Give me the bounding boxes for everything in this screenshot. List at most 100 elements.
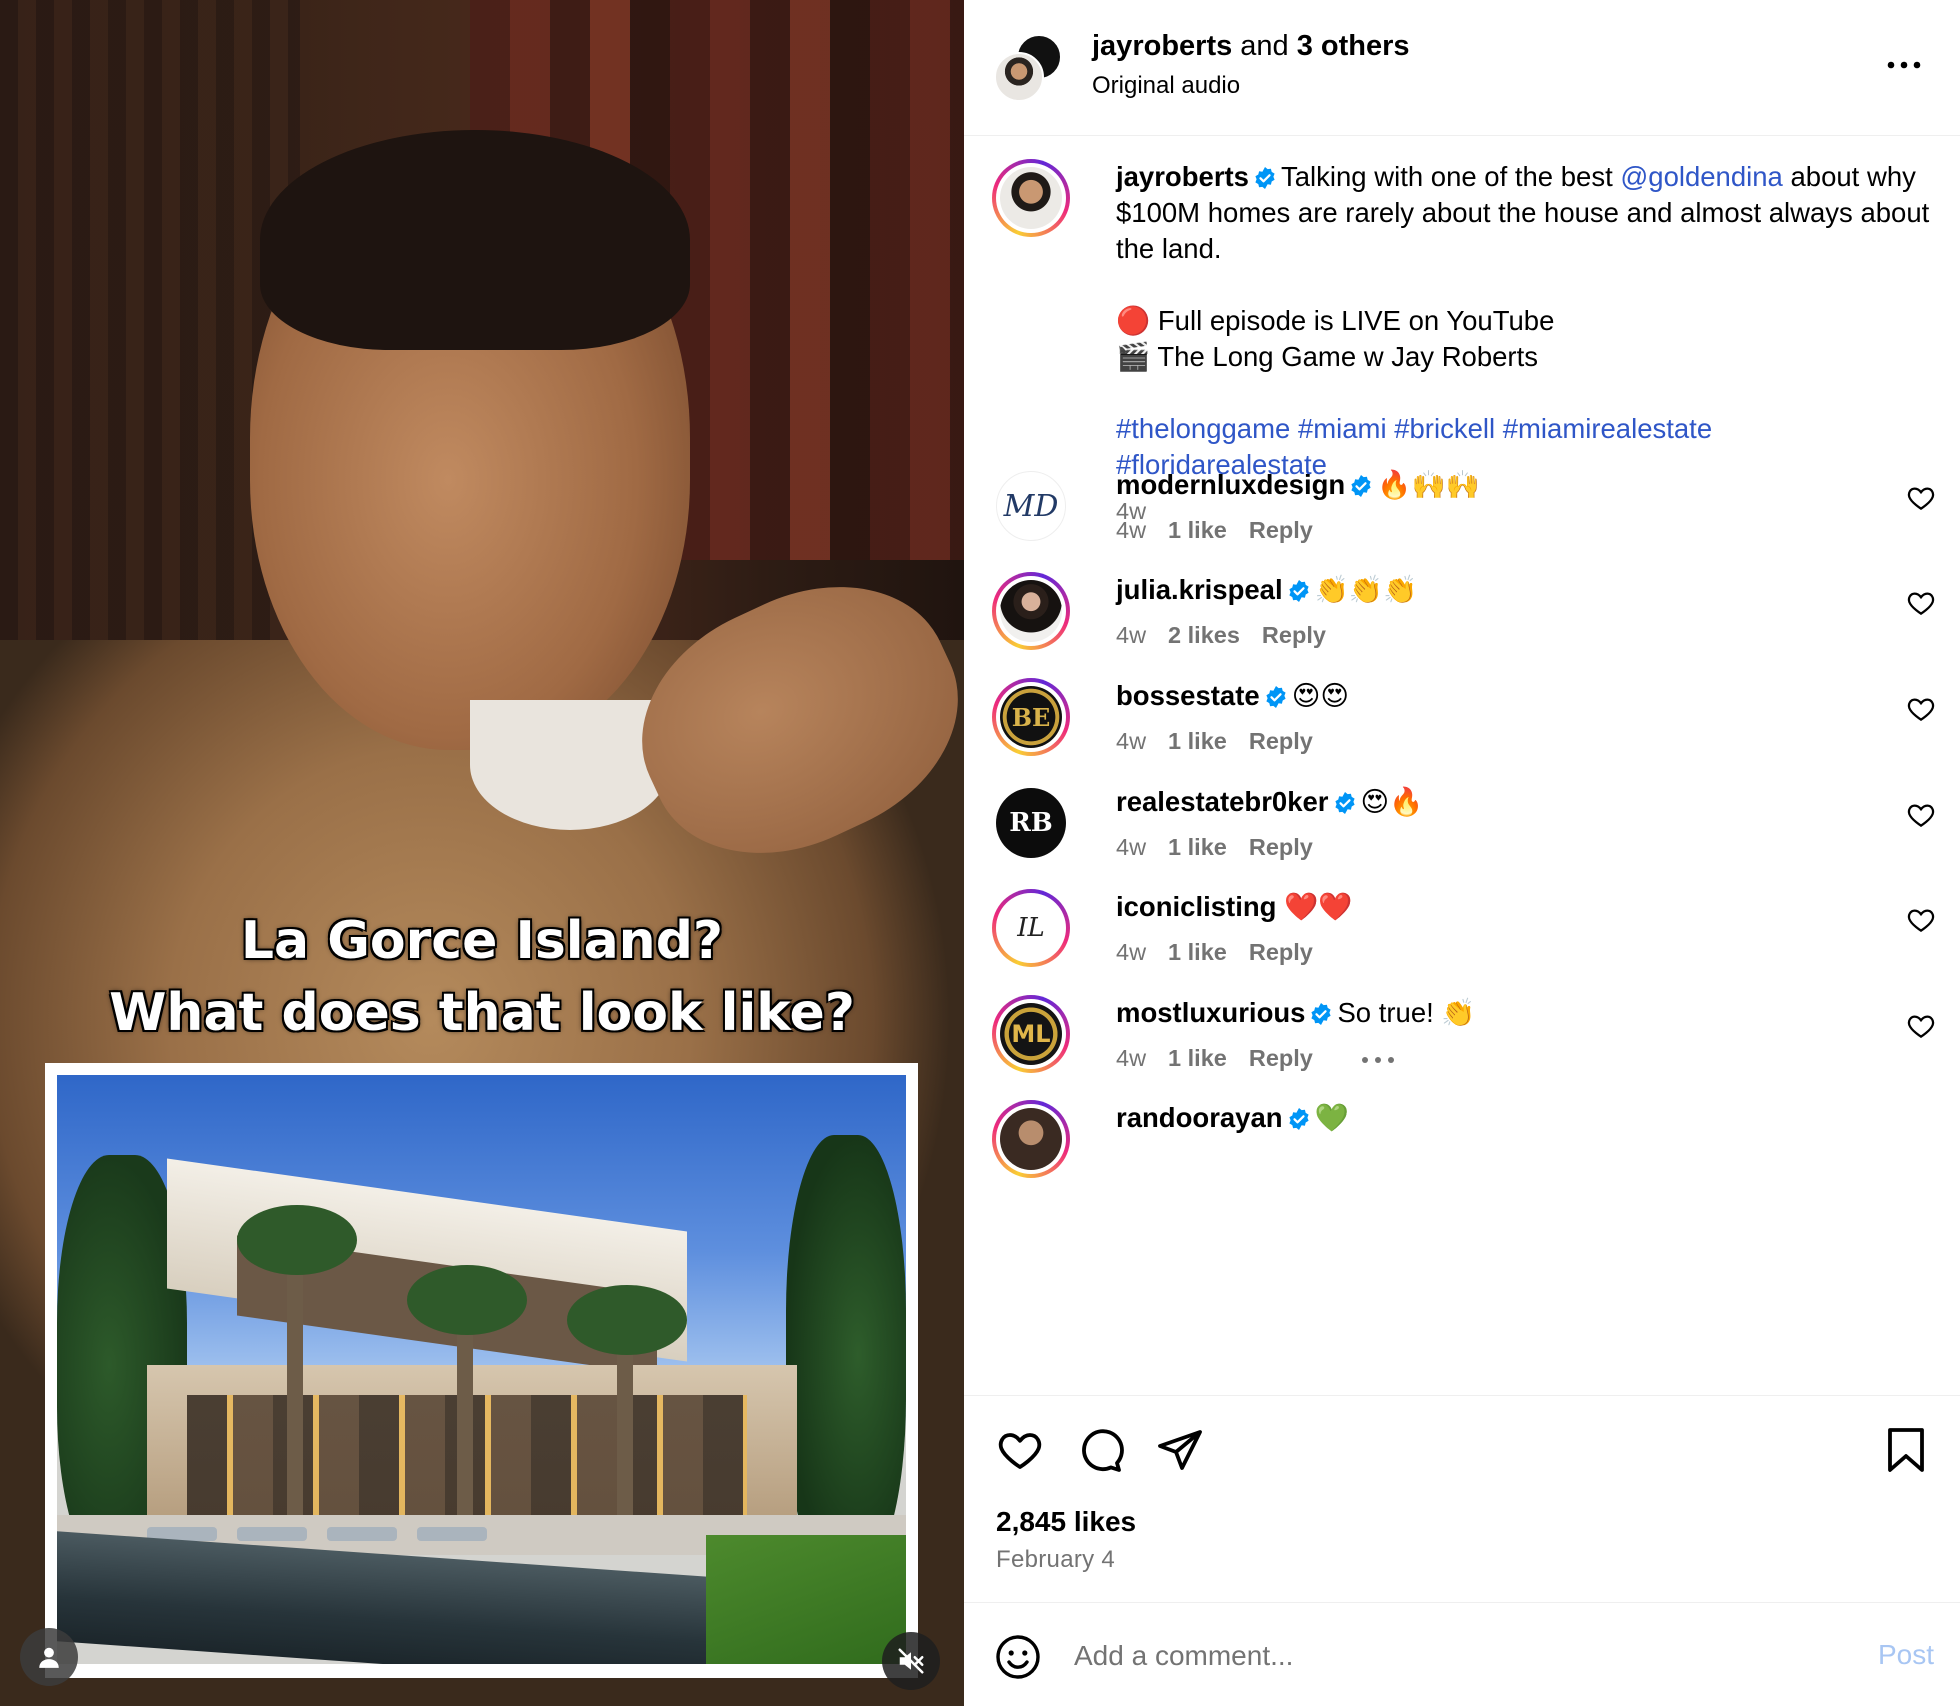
- comment-item: IL iconiclisting ❤️❤️ 4w 1 like Reply: [992, 889, 1935, 989]
- comment-item: ML mostluxurious So true! 👏 4w 1 like Reply: [992, 995, 1935, 1095]
- post-author[interactable]: jayroberts and 3 others: [1092, 30, 1410, 63]
- lounger: [237, 1527, 307, 1541]
- avatar: [1000, 167, 1062, 229]
- bookmark-icon: [1888, 1428, 1924, 1472]
- comment-text: mostluxurious So true! 👏: [1116, 995, 1476, 1031]
- reel-video[interactable]: La Gorce Island? What does that look lik…: [0, 0, 964, 1706]
- comment-likes[interactable]: 1 like: [1168, 834, 1227, 860]
- reply-button[interactable]: Reply: [1249, 1045, 1313, 1071]
- comments-scroll-area[interactable]: jayroberts Talking with one of the best @…: [964, 137, 1960, 1395]
- caption-show-line: 🎬 The Long Game w Jay Roberts: [1116, 341, 1538, 372]
- like-comment-heart-icon[interactable]: [1906, 800, 1936, 830]
- comment-more-icon[interactable]: [1361, 1056, 1395, 1064]
- comment-item: BE bossestate 😍😍 4w 1 like Reply: [992, 678, 1935, 778]
- comment-time[interactable]: 4w: [1116, 1045, 1146, 1071]
- comment-time[interactable]: 4w: [1116, 517, 1146, 543]
- comment-meta: 4w 1 like Reply: [1116, 1045, 1395, 1072]
- post-actions: 2,845 likes February 4: [964, 1395, 1960, 1601]
- like-button[interactable]: [994, 1424, 1046, 1476]
- collaborators-link[interactable]: 3 others: [1297, 30, 1410, 62]
- mention-link[interactable]: @goldendina: [1620, 161, 1783, 192]
- like-comment-heart-icon[interactable]: [1906, 694, 1936, 724]
- user-icon: [39, 1647, 59, 1668]
- reply-button[interactable]: Reply: [1262, 622, 1326, 648]
- comment-username[interactable]: modernluxdesign: [1116, 469, 1345, 500]
- hashtags-line-1[interactable]: #thelonggame #miami #brickell #miamireal…: [1116, 411, 1936, 447]
- like-comment-heart-icon[interactable]: [1906, 483, 1936, 513]
- tagged-users-button[interactable]: [20, 1628, 78, 1686]
- comment-username[interactable]: bossestate: [1116, 680, 1260, 711]
- avatar[interactable]: MD: [996, 471, 1066, 541]
- post-comment-button[interactable]: Post: [1878, 1639, 1934, 1671]
- avatar-photo: [1000, 1108, 1062, 1170]
- comment-item: randoorayan 💚: [992, 1100, 1932, 1200]
- comment-username[interactable]: iconiclisting: [1116, 891, 1276, 922]
- save-button[interactable]: [1880, 1424, 1932, 1476]
- mute-toggle-button[interactable]: [882, 1632, 940, 1690]
- comment-time[interactable]: 4w: [1116, 939, 1146, 965]
- caption-avatar[interactable]: [992, 159, 1070, 237]
- reply-button[interactable]: Reply: [1249, 517, 1313, 543]
- comment-username[interactable]: mostluxurious: [1116, 997, 1305, 1028]
- audio-link[interactable]: Original audio: [1092, 72, 1240, 100]
- comment-likes[interactable]: 1 like: [1168, 1045, 1227, 1071]
- verified-badge-icon: [1289, 580, 1309, 602]
- more-icon: [1887, 61, 1921, 69]
- comment-button[interactable]: [1074, 1424, 1126, 1476]
- comment-body: 💚: [1314, 1102, 1349, 1133]
- comment-username[interactable]: realestatebr0ker: [1116, 786, 1329, 817]
- caption-username[interactable]: jayroberts: [1116, 161, 1249, 192]
- like-comment-heart-icon[interactable]: [1906, 1011, 1936, 1041]
- avatar-logo: IL: [1000, 897, 1062, 959]
- avatar-photo: [1000, 580, 1062, 642]
- share-button[interactable]: [1154, 1424, 1206, 1476]
- more-options-button[interactable]: [1878, 40, 1930, 90]
- paper-plane-icon: [1158, 1430, 1202, 1470]
- comment-meta: 4w 1 like Reply: [1116, 517, 1335, 544]
- avatar-initials: ML: [1011, 1020, 1051, 1048]
- author-username[interactable]: jayroberts: [1092, 30, 1232, 62]
- reply-button[interactable]: Reply: [1249, 834, 1313, 860]
- comment-username[interactable]: randoorayan: [1116, 1102, 1283, 1133]
- like-comment-heart-icon[interactable]: [1906, 905, 1936, 935]
- comment-text: modernluxdesign 🔥🙌🙌: [1116, 467, 1480, 503]
- comment-item: RB realestatebr0ker 😍🔥 4w 1 like Reply: [992, 784, 1935, 884]
- avatar[interactable]: [992, 572, 1070, 650]
- comment-meta: 4w 1 like Reply: [1116, 834, 1335, 861]
- comment-text: julia.krispeal 👏👏👏: [1116, 572, 1417, 608]
- comment-time[interactable]: 4w: [1116, 834, 1146, 860]
- trees-right: [786, 1135, 906, 1575]
- comment-likes[interactable]: 2 likes: [1168, 622, 1240, 648]
- avatar[interactable]: RB: [996, 788, 1066, 858]
- reply-button[interactable]: Reply: [1249, 939, 1313, 965]
- avatar-initials: MD: [1003, 488, 1059, 524]
- comment-username[interactable]: julia.krispeal: [1116, 574, 1283, 605]
- comment-time[interactable]: 4w: [1116, 622, 1146, 648]
- comment-meta: 4w 1 like Reply: [1116, 939, 1335, 966]
- post-panel: jayroberts and 3 others Original audio j…: [964, 0, 1960, 1706]
- verified-badge-icon: [1266, 686, 1286, 708]
- comment-input[interactable]: [1074, 1631, 1774, 1681]
- reply-button[interactable]: Reply: [1249, 728, 1313, 754]
- comment-meta: 4w 2 likes Reply: [1116, 622, 1348, 649]
- avatar[interactable]: IL: [992, 889, 1070, 967]
- emoji-button[interactable]: [994, 1633, 1042, 1681]
- verified-badge-icon: [1288, 1108, 1309, 1130]
- comment-time[interactable]: 4w: [1116, 728, 1146, 754]
- comment-likes[interactable]: 1 like: [1168, 939, 1227, 965]
- comment-body: So true! 👏: [1337, 997, 1476, 1028]
- avatar-initials: BE: [1011, 702, 1051, 732]
- like-comment-heart-icon[interactable]: [1906, 588, 1936, 618]
- comment-likes[interactable]: 1 like: [1168, 517, 1227, 543]
- comment-likes[interactable]: 1 like: [1168, 728, 1227, 754]
- collab-avatars[interactable]: [994, 34, 1070, 102]
- likes-count[interactable]: 2,845 likes: [996, 1506, 1136, 1538]
- comment-body: 👏👏👏: [1314, 574, 1418, 605]
- avatar[interactable]: ML: [992, 995, 1070, 1073]
- avatar[interactable]: [992, 1100, 1070, 1178]
- and-text: and: [1240, 30, 1289, 62]
- comment-body: 😍🔥: [1360, 786, 1424, 817]
- avatar[interactable]: BE: [992, 678, 1070, 756]
- overlay-line-2: What does that look like?: [109, 983, 855, 1043]
